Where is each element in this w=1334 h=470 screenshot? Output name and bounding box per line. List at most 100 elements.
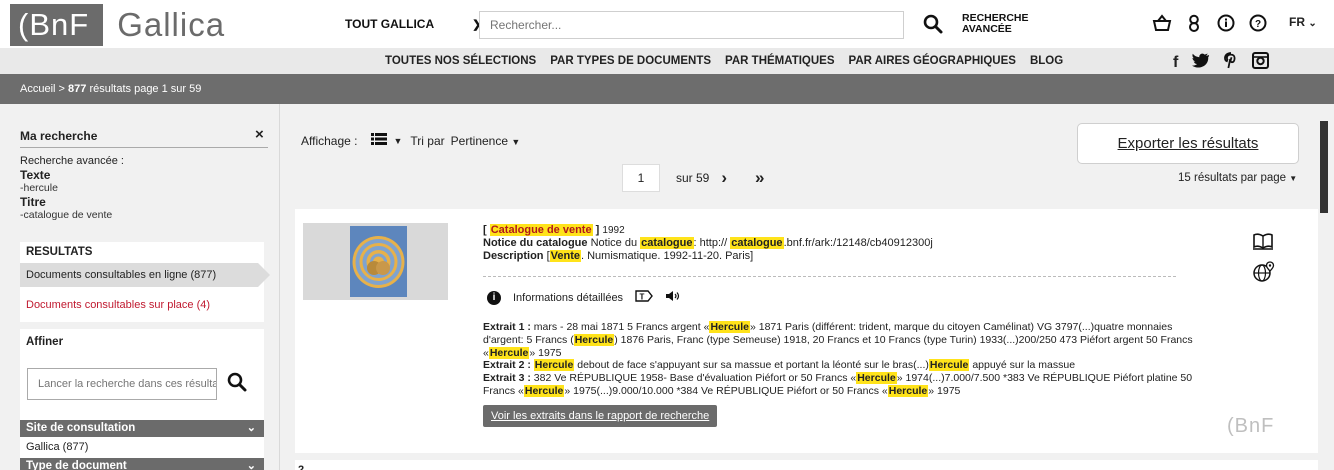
search-icon[interactable] <box>922 13 944 35</box>
breadcrumb: Accueil > 877 résultats page 1 sur 59 <box>0 74 1334 104</box>
criterion-title-label: Titre <box>20 194 46 209</box>
info-icon[interactable] <box>1216 13 1236 33</box>
list-view-icon[interactable] <box>371 133 388 148</box>
logo-gallica: Gallica <box>117 6 226 43</box>
filter-online-docs[interactable]: Documents consultables en ligne (877) <box>20 263 270 287</box>
sort-value: Pertinence <box>450 133 509 148</box>
facet-label: Site de consultation <box>26 422 136 434</box>
main-nav: TOUTES NOS SÉLECTIONS PAR TYPES DE DOCUM… <box>0 48 1334 74</box>
per-page-value: 15 résultats par page <box>1178 172 1287 184</box>
view-extracts-button[interactable]: Voir les extraits dans le rapport de rec… <box>483 405 718 427</box>
keyword-highlight: Hercule <box>856 372 897 385</box>
sort-select[interactable]: Pertinence ▼ <box>451 134 521 148</box>
nav-item-aires[interactable]: PAR AIRES GÉOGRAPHIQUES <box>849 55 1016 67</box>
divider <box>20 147 268 148</box>
user-icon[interactable] <box>1184 13 1204 33</box>
keyword-highlight: catalogue <box>640 237 694 249</box>
detailed-info-link[interactable]: Informations détaillées <box>513 292 623 304</box>
search-criteria: Recherche avancée : Texte -hercule Titre… <box>20 155 124 223</box>
filter-onsite-docs[interactable]: Documents consultables sur place (4) <box>26 299 210 311</box>
per-page-select[interactable]: 15 résultats par page ▼ <box>1178 172 1297 184</box>
results-title: RESULTATS <box>26 246 93 258</box>
twitter-icon[interactable] <box>1192 53 1210 73</box>
keyword-highlight: catalogue <box>730 237 784 249</box>
refine-input[interactable] <box>28 369 216 399</box>
breadcrumb-page-info: résultats page 1 sur 59 <box>89 83 202 95</box>
chevron-down-icon: ⌄ <box>1308 18 1317 29</box>
result-side-icons <box>1252 232 1276 286</box>
extract-text: mars - 28 mai 1871 5 Francs argent « <box>533 321 710 333</box>
keyword-highlight: Vente <box>549 250 581 262</box>
keyword-highlight: Hercule <box>887 384 929 397</box>
keyword-highlight: Hercule <box>533 359 575 372</box>
help-icon[interactable]: ? <box>1248 13 1268 33</box>
search-sidebar: Ma recherche × Recherche avancée : Texte… <box>0 104 280 470</box>
page-number-input[interactable]: 1 <box>622 164 660 192</box>
extract-text: debout de face s'appuyant sur sa massue … <box>577 359 929 372</box>
facebook-icon[interactable]: f <box>1173 54 1178 72</box>
caret-down-icon[interactable]: ▼ <box>393 136 402 146</box>
chevron-down-icon: ⌄ <box>246 422 256 434</box>
export-results-button[interactable]: Exporter les résultats <box>1077 123 1299 164</box>
scope-select[interactable]: TOUT GALLICA ❯ <box>345 17 481 31</box>
notice-text: .bnf.fr/ark:/12148/cb40912300j <box>783 237 933 249</box>
result-thumbnail[interactable] <box>303 223 448 300</box>
basket-icon[interactable] <box>1152 13 1172 33</box>
search-icon[interactable] <box>226 371 248 396</box>
result-extracts: Extrait 1 : mars - 28 mai 1871 5 Francs … <box>483 321 1203 398</box>
extract-text: » 1975 <box>529 346 562 359</box>
language-select[interactable]: FR ⌄ <box>1289 15 1317 29</box>
search-input[interactable] <box>480 12 903 38</box>
nav-item-blog[interactable]: BLOG <box>1030 55 1063 67</box>
extract-1: Extrait 1 : mars - 28 mai 1871 5 Francs … <box>483 321 1203 359</box>
result-card <box>295 460 1318 470</box>
advanced-search-link[interactable]: RECHERCHE AVANCÉE <box>962 13 1029 35</box>
bnf-gallica-logo[interactable]: (BnF Gallica <box>10 4 225 46</box>
scrollbar-thumb[interactable] <box>1320 121 1328 213</box>
facet-type-document[interactable]: Type de document ⌄ <box>20 458 264 470</box>
results-count: 877 <box>68 83 87 95</box>
results-main: Affichage : ▼ Tri par Pertinence ▼ Expor… <box>281 104 1334 470</box>
breadcrumb-home[interactable]: Accueil <box>20 83 55 95</box>
advanced-line2: AVANCÉE <box>962 23 1012 35</box>
book-icon[interactable] <box>1252 232 1276 253</box>
keyword-highlight: Hercule <box>709 321 750 333</box>
bnf-watermark: (BnF <box>1227 415 1275 437</box>
keyword-highlight: Hercule <box>488 346 530 359</box>
nav-item-selections[interactable]: TOUTES NOS SÉLECTIONS <box>385 55 536 67</box>
globe-location-icon[interactable] <box>1252 261 1276 286</box>
detail-row: i Informations détaillées T <box>487 290 681 305</box>
close-icon[interactable]: × <box>255 126 264 143</box>
social-links: f <box>1173 52 1270 74</box>
breadcrumb-sep: > <box>58 83 65 95</box>
criterion-text-value: -hercule <box>20 182 58 194</box>
facet-item-gallica[interactable]: Gallica (877) <box>26 441 88 453</box>
extract-label: Extrait 1 : <box>483 321 531 333</box>
info-icon[interactable]: i <box>487 290 501 305</box>
notice-text: Notice du <box>590 237 638 249</box>
facet-site-consultation[interactable]: Site de consultation ⌄ <box>20 420 264 437</box>
last-page-icon[interactable]: » <box>755 168 764 188</box>
keyword-highlight: Hercule <box>573 333 615 346</box>
criterion-title-value: -catalogue de vente <box>20 209 113 221</box>
next-page-icon[interactable]: › <box>721 168 727 188</box>
nav-item-types[interactable]: PAR TYPES DE DOCUMENTS <box>550 55 711 67</box>
extract-text: 382 Ve RÉPUBLIQUE 1958- Base d'évaluatio… <box>533 372 857 385</box>
title-bracket: ] <box>595 224 600 236</box>
extract-3: Extrait 3 : 382 Ve RÉPUBLIQUE 1958- Base… <box>483 372 1203 398</box>
keyword-highlight: Hercule <box>928 359 970 372</box>
advanced-search-label: Recherche avancée : <box>20 155 124 167</box>
description-text: . Numismatique. 1992-11-20. Paris] <box>581 250 754 262</box>
svg-text:T: T <box>640 293 645 302</box>
header-icons: ? <box>1152 13 1268 33</box>
text-mode-icon[interactable]: T <box>635 290 653 305</box>
result-info: [ Catalogue de vente ] 1992 Notice du ca… <box>483 224 1178 263</box>
result-title-link[interactable]: Catalogue de vente <box>489 224 593 236</box>
refine-box: Affiner Site de consultation ⌄ Gallica (… <box>20 329 264 470</box>
instagram-icon[interactable] <box>1252 52 1270 74</box>
my-search-title: Ma recherche <box>20 129 98 143</box>
results-filter-box: RESULTATS Documents consultables en lign… <box>20 242 270 322</box>
pinterest-icon[interactable] <box>1224 52 1238 74</box>
nav-item-thematiques[interactable]: PAR THÉMATIQUES <box>725 55 834 67</box>
audio-icon[interactable] <box>665 290 681 305</box>
